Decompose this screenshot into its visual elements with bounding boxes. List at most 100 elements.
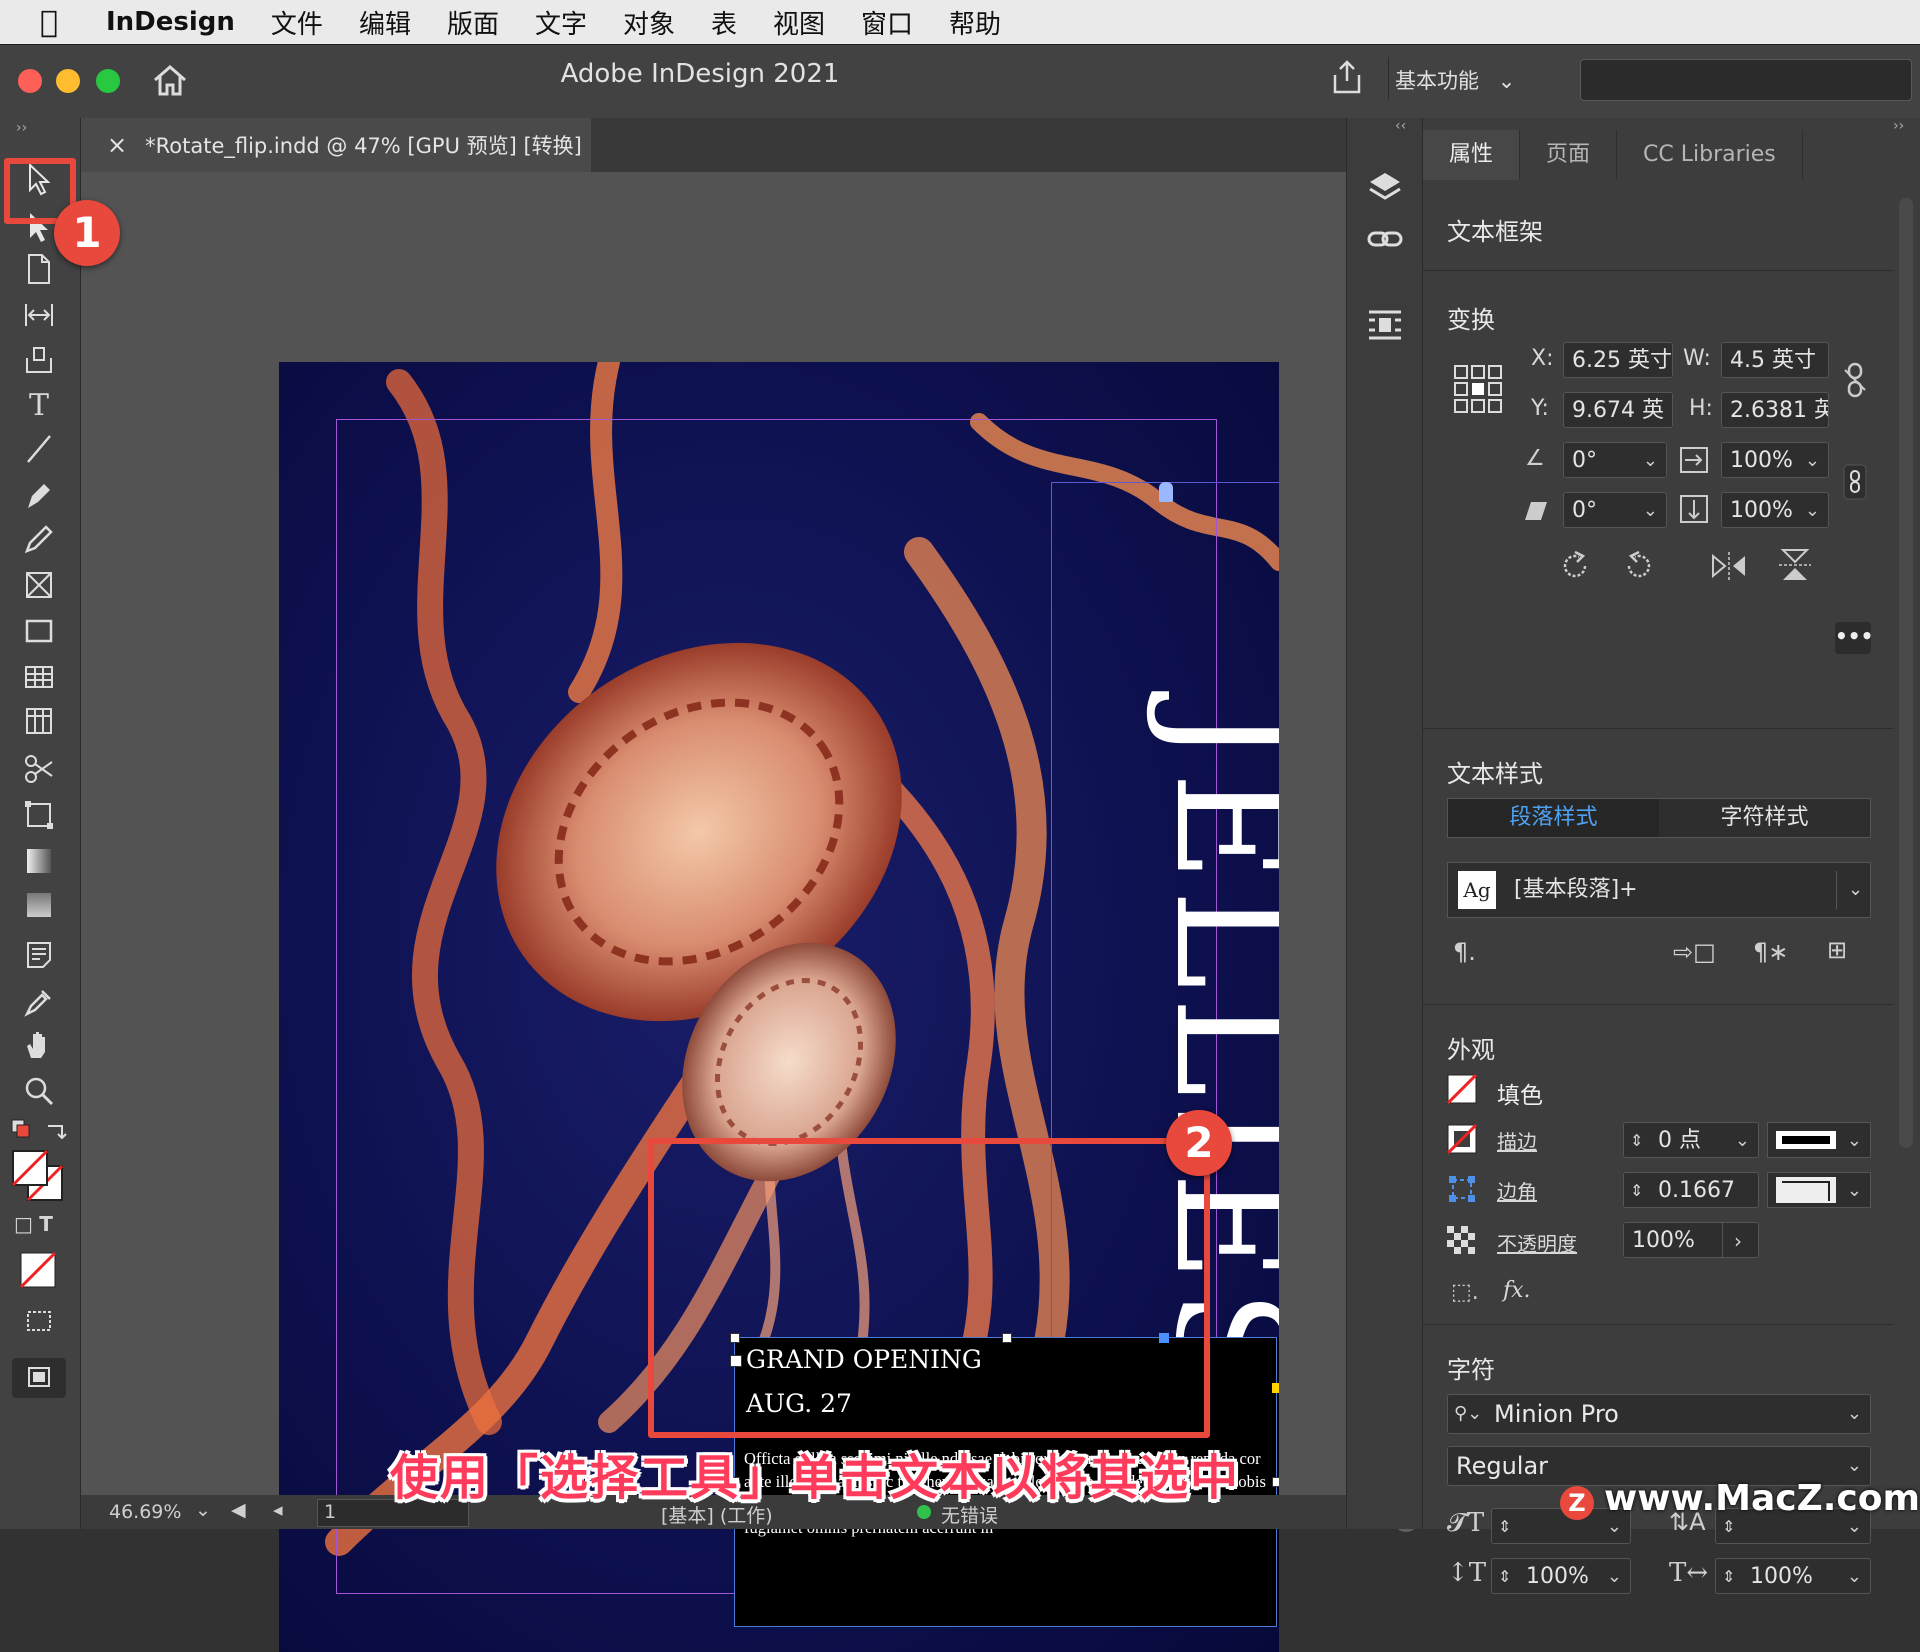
paragraph-mark-icon[interactable]: ¶.: [1453, 938, 1476, 966]
collapse-icon[interactable]: ››: [16, 120, 27, 136]
gap-tool[interactable]: [14, 296, 64, 334]
scale-x-field[interactable]: 100% ⌄: [1721, 442, 1829, 478]
stepper-icon[interactable]: ⇕: [1498, 1509, 1511, 1545]
screen-mode-button[interactable]: [12, 1358, 66, 1398]
menu-view[interactable]: 视图: [773, 4, 825, 41]
gradient-feather-tool[interactable]: [14, 886, 64, 924]
share-icon[interactable]: [1330, 59, 1364, 95]
scissors-tool[interactable]: [14, 750, 64, 788]
prev-page-icon[interactable]: ◂: [273, 1499, 283, 1521]
w-field[interactable]: 4.5 英寸: [1721, 342, 1829, 378]
stepper-icon[interactable]: ⇕: [1498, 1559, 1511, 1595]
formatting-container-icon[interactable]: □ T: [14, 1212, 53, 1236]
reference-point-icon[interactable]: [1453, 364, 1503, 414]
hand-tool[interactable]: [14, 1026, 64, 1064]
rectangle-tool[interactable]: [14, 612, 64, 650]
zoom-level[interactable]: 46.69%: [109, 1501, 181, 1523]
pencil-tool[interactable]: [14, 520, 64, 558]
tab-properties[interactable]: 属性: [1423, 130, 1521, 180]
h-field[interactable]: 2.6381 英: [1721, 392, 1829, 428]
corner-shape-dropdown[interactable]: ⌄: [1767, 1172, 1871, 1208]
y-field[interactable]: 9.674 英: [1563, 392, 1673, 428]
panel-scrollbar[interactable]: [1899, 198, 1913, 1148]
stepper-icon[interactable]: ⇕: [1630, 1123, 1643, 1159]
fill-stroke-swatch[interactable]: [10, 1148, 70, 1204]
more-options-button[interactable]: •••: [1835, 622, 1873, 654]
document-tab[interactable]: × *Rotate_flip.indd @ 47% [GPU 预览] [转换]: [81, 118, 591, 172]
menu-object[interactable]: 对象: [623, 4, 675, 41]
stroke-none-swatch-icon[interactable]: [1447, 1124, 1477, 1154]
opacity-label[interactable]: 不透明度: [1497, 1228, 1577, 1257]
chevron-right-icon[interactable]: ›: [1734, 1223, 1742, 1259]
note-tool[interactable]: [14, 936, 64, 974]
type-tool-icon[interactable]: T: [14, 386, 64, 424]
close-tab-icon[interactable]: ×: [107, 131, 127, 159]
stroke-weight-field[interactable]: ⇕ 0 点 ⌄: [1623, 1122, 1759, 1158]
apple-icon[interactable]: : [40, 5, 70, 40]
search-input[interactable]: [1580, 59, 1912, 101]
stepper-icon[interactable]: ⇕: [1630, 1173, 1643, 1209]
tab-character-styles[interactable]: 字符样式: [1659, 799, 1870, 837]
text-wrap-icon[interactable]: [1365, 308, 1405, 342]
fx-button[interactable]: fx.: [1503, 1278, 1531, 1303]
menu-file[interactable]: 文件: [271, 4, 323, 41]
expand-dock-icon[interactable]: ‹‹: [1395, 118, 1406, 134]
menu-window[interactable]: 窗口: [861, 4, 913, 41]
workspace-switcher[interactable]: 基本功能 ⌄: [1395, 65, 1515, 95]
table-tool[interactable]: [14, 658, 64, 696]
constrain-proportions-icon[interactable]: [1843, 464, 1867, 500]
load-styles-icon[interactable]: ⇨□: [1673, 938, 1716, 966]
stepper-icon[interactable]: ⇕: [1722, 1559, 1735, 1595]
scale-y-field[interactable]: 100% ⌄: [1721, 492, 1829, 528]
shear-angle-field[interactable]: 0° ⌄: [1563, 492, 1667, 528]
selection-handle[interactable]: [1272, 1477, 1279, 1487]
apply-none-icon[interactable]: [18, 1250, 58, 1294]
opacity-field[interactable]: 100% ›: [1623, 1222, 1759, 1258]
menu-app-name[interactable]: InDesign: [106, 7, 235, 37]
gradient-swatch-tool[interactable]: [14, 842, 64, 880]
paragraph-style-dropdown[interactable]: Ag [基本段落]+ ⌄: [1447, 862, 1871, 918]
horizontal-scale-field[interactable]: ⇕ 100% ⌄: [1715, 1558, 1871, 1594]
grid-tool[interactable]: [14, 702, 64, 740]
corner-label[interactable]: 边角: [1497, 1176, 1537, 1205]
constrain-link-broken-icon[interactable]: [1843, 360, 1867, 400]
menu-layout[interactable]: 版面: [447, 4, 499, 41]
rotate-counterclockwise-icon[interactable]: [1621, 548, 1657, 584]
corner-options-icon[interactable]: [1447, 1174, 1477, 1204]
view-mode-icon[interactable]: [22, 1306, 58, 1342]
layers-icon[interactable]: [1365, 168, 1405, 208]
tab-paragraph-styles[interactable]: 段落样式: [1448, 799, 1659, 837]
zoom-tool[interactable]: [14, 1072, 64, 1110]
object-effects-icon[interactable]: ⬚.: [1451, 1280, 1479, 1305]
pen-tool[interactable]: [14, 476, 64, 514]
clear-overrides-icon[interactable]: ¶∗: [1753, 938, 1788, 966]
menu-edit[interactable]: 编辑: [359, 4, 411, 41]
rotate-clockwise-icon[interactable]: [1557, 548, 1593, 584]
tab-pages[interactable]: 页面: [1520, 130, 1618, 180]
menu-help[interactable]: 帮助: [949, 4, 1001, 41]
flip-vertical-icon[interactable]: [1777, 546, 1813, 584]
content-collector-tool[interactable]: [14, 340, 64, 378]
first-page-icon[interactable]: ◀: [231, 1499, 246, 1521]
eyedropper-tool[interactable]: [14, 982, 64, 1020]
corner-handle[interactable]: [1272, 1383, 1279, 1393]
menu-table[interactable]: 表: [711, 4, 737, 41]
rectangle-frame-tool[interactable]: [14, 566, 64, 604]
page-tool[interactable]: [14, 250, 64, 288]
line-tool[interactable]: [14, 430, 64, 468]
chevron-down-icon[interactable]: ⌄: [195, 1499, 211, 1521]
free-transform-tool[interactable]: [14, 796, 64, 834]
new-style-icon[interactable]: ⊞: [1827, 936, 1847, 964]
x-field[interactable]: 6.25 英寸: [1563, 342, 1673, 378]
rotation-angle-field[interactable]: 0° ⌄: [1563, 442, 1667, 478]
stroke-type-dropdown[interactable]: ⌄: [1767, 1122, 1871, 1158]
tab-cc-libraries[interactable]: CC Libraries: [1617, 130, 1803, 180]
corner-size-field[interactable]: ⇕ 0.1667: [1623, 1172, 1759, 1208]
swap-fill-stroke-icon[interactable]: [10, 1118, 70, 1142]
links-icon[interactable]: [1365, 224, 1405, 254]
flip-horizontal-icon[interactable]: [1709, 550, 1749, 582]
fill-none-swatch-icon[interactable]: [1447, 1074, 1477, 1104]
font-family-dropdown[interactable]: ⚲⌄ Minion Pro ⌄: [1447, 1394, 1871, 1434]
stroke-label[interactable]: 描边: [1497, 1126, 1537, 1155]
menu-type[interactable]: 文字: [535, 4, 587, 41]
